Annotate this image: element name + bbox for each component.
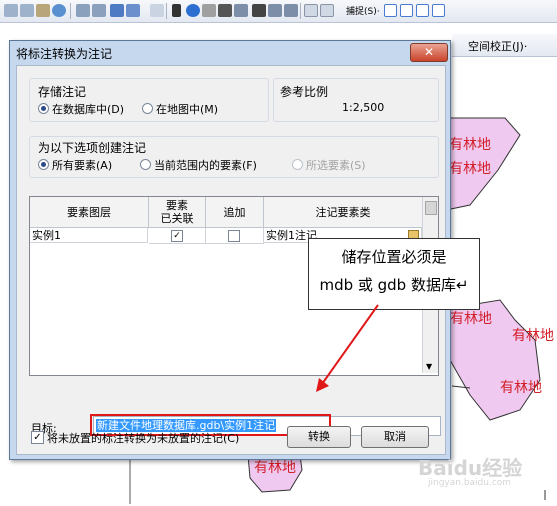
callout-arrow — [316, 304, 379, 392]
baidu-watermark-url: jingyan.baidu.com — [428, 478, 512, 488]
baidu-watermark: Baidu经验 — [418, 456, 523, 480]
